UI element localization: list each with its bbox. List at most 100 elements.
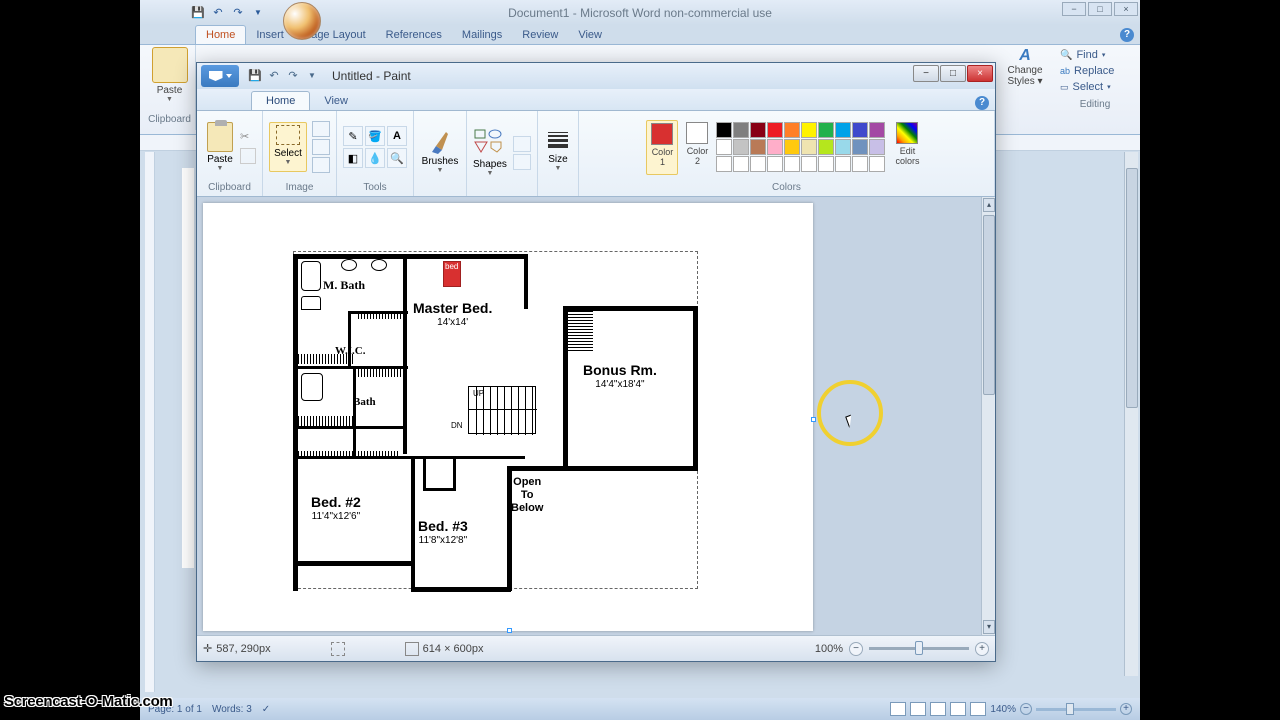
magnifier-tool-icon[interactable]: 🔍 — [387, 148, 407, 168]
word-find-button[interactable]: 🔍 Find ▾ — [1056, 47, 1134, 63]
color-swatch[interactable] — [835, 156, 851, 172]
word-tab-home[interactable]: Home — [195, 25, 246, 44]
qat-dropdown-icon[interactable]: ▼ — [250, 5, 266, 21]
eraser-tool-icon[interactable]: ◧ — [343, 148, 363, 168]
word-view-web-icon[interactable] — [930, 702, 946, 716]
scroll-down-icon[interactable]: ▾ — [983, 620, 995, 634]
paint-tab-home[interactable]: Home — [251, 91, 310, 110]
copy-icon[interactable] — [240, 148, 256, 164]
word-tab-review[interactable]: Review — [512, 26, 568, 44]
paint-zoom-level[interactable]: 100% — [815, 643, 843, 655]
paint-zoom-out-button[interactable]: − — [849, 642, 863, 656]
color-swatch[interactable] — [801, 156, 817, 172]
color-swatch[interactable] — [750, 156, 766, 172]
color-swatch[interactable] — [818, 156, 834, 172]
crop-icon[interactable] — [312, 121, 330, 137]
paint-save-icon[interactable]: 💾 — [247, 68, 263, 84]
color-swatch[interactable] — [869, 122, 885, 138]
color-swatch[interactable] — [784, 156, 800, 172]
change-styles-icon[interactable]: A — [1000, 47, 1050, 65]
word-zoom-slider[interactable] — [1036, 708, 1116, 711]
word-help-icon[interactable]: ? — [1120, 28, 1134, 42]
paint-select-button[interactable]: Select ▼ — [269, 122, 307, 172]
color-swatch[interactable] — [835, 139, 851, 155]
word-word-count[interactable]: Words: 3 — [212, 704, 252, 715]
color-swatch[interactable] — [869, 156, 885, 172]
color-swatch[interactable] — [733, 139, 749, 155]
word-tab-references[interactable]: References — [376, 26, 452, 44]
canvas-handle-bottom[interactable] — [507, 628, 512, 633]
redo-icon[interactable]: ↷ — [230, 5, 246, 21]
color-swatch[interactable] — [750, 122, 766, 138]
shape-fill-icon[interactable] — [513, 154, 531, 170]
rotate-icon[interactable] — [312, 157, 330, 173]
paint-size-button[interactable]: Size ▼ — [544, 128, 572, 178]
paint-canvas-area[interactable]: /* stair lines generated below */ bed M.… — [197, 197, 981, 635]
color-swatch[interactable] — [784, 122, 800, 138]
fill-tool-icon[interactable]: 🪣 — [365, 126, 385, 146]
paint-help-icon[interactable]: ? — [975, 96, 989, 110]
color-swatch[interactable] — [852, 139, 868, 155]
office-button[interactable] — [283, 2, 321, 40]
paint-shapes-button[interactable] — [473, 128, 507, 159]
word-zoom-in-button[interactable]: + — [1120, 703, 1132, 715]
word-minimize-button[interactable]: − — [1062, 2, 1086, 16]
paint-titlebar[interactable]: 💾 ↶ ↷ ▼ Untitled - Paint − □ × — [197, 63, 995, 89]
color-swatch[interactable] — [818, 139, 834, 155]
cut-icon[interactable]: ✂ — [240, 130, 256, 146]
color-swatch[interactable] — [869, 139, 885, 155]
color-swatch[interactable] — [801, 122, 817, 138]
color-swatch[interactable] — [750, 139, 766, 155]
paint-zoom-slider[interactable] — [869, 647, 969, 650]
paint-tab-view[interactable]: View — [310, 92, 362, 110]
color-swatch[interactable] — [767, 139, 783, 155]
paint-brushes-button[interactable]: Brushes ▼ — [420, 128, 460, 178]
color-swatch[interactable] — [801, 139, 817, 155]
paint-paste-button[interactable]: Paste ▼ — [203, 122, 237, 172]
word-proofing-icon[interactable]: ✓ — [262, 704, 270, 715]
scroll-up-icon[interactable]: ▴ — [983, 198, 995, 212]
canvas-handle-right[interactable] — [811, 417, 816, 422]
paint-color2-button[interactable]: Color 2 — [681, 120, 713, 175]
color-swatch[interactable] — [716, 156, 732, 172]
color-swatch[interactable] — [733, 156, 749, 172]
paint-menu-button[interactable] — [201, 65, 239, 87]
paint-edit-colors-button[interactable]: Edit colors — [888, 120, 926, 175]
paint-close-button[interactable]: × — [967, 65, 993, 82]
color-swatch[interactable] — [733, 122, 749, 138]
word-zoom-out-button[interactable]: − — [1020, 703, 1032, 715]
paint-minimize-button[interactable]: − — [913, 65, 939, 82]
color-swatch[interactable] — [784, 139, 800, 155]
paint-color1-button[interactable]: Color 1 — [646, 120, 678, 175]
paint-redo-icon[interactable]: ↷ — [285, 68, 301, 84]
color-swatch[interactable] — [716, 122, 732, 138]
color-swatch[interactable] — [716, 139, 732, 155]
color-swatch[interactable] — [818, 122, 834, 138]
word-close-button[interactable]: × — [1114, 2, 1138, 16]
word-tab-view[interactable]: View — [568, 26, 612, 44]
word-zoom-level[interactable]: 140% — [990, 704, 1016, 715]
pencil-tool-icon[interactable]: ✎ — [343, 126, 363, 146]
word-view-fullscreen-icon[interactable] — [910, 702, 926, 716]
word-maximize-button[interactable]: □ — [1088, 2, 1112, 16]
color-swatch[interactable] — [767, 156, 783, 172]
resize-icon[interactable] — [312, 139, 330, 155]
text-tool-icon[interactable]: A — [387, 126, 407, 146]
color-swatch[interactable] — [767, 122, 783, 138]
word-tab-mailings[interactable]: Mailings — [452, 26, 512, 44]
color-swatch[interactable] — [835, 122, 851, 138]
word-view-draft-icon[interactable] — [970, 702, 986, 716]
paint-scroll-thumb[interactable] — [983, 215, 995, 395]
paint-undo-icon[interactable]: ↶ — [266, 68, 282, 84]
paint-canvas[interactable]: /* stair lines generated below */ bed M.… — [203, 203, 813, 631]
word-view-print-icon[interactable] — [890, 702, 906, 716]
color-swatch[interactable] — [852, 156, 868, 172]
paint-maximize-button[interactable]: □ — [940, 65, 966, 82]
word-replace-button[interactable]: ab Replace — [1056, 63, 1134, 79]
word-select-button[interactable]: ▭ Select ▾ — [1056, 79, 1134, 95]
color-swatch[interactable] — [852, 122, 868, 138]
word-view-outline-icon[interactable] — [950, 702, 966, 716]
paint-vertical-scrollbar[interactable]: ▴ ▾ — [981, 197, 995, 635]
paint-zoom-in-button[interactable]: + — [975, 642, 989, 656]
word-vertical-ruler[interactable] — [145, 152, 155, 692]
